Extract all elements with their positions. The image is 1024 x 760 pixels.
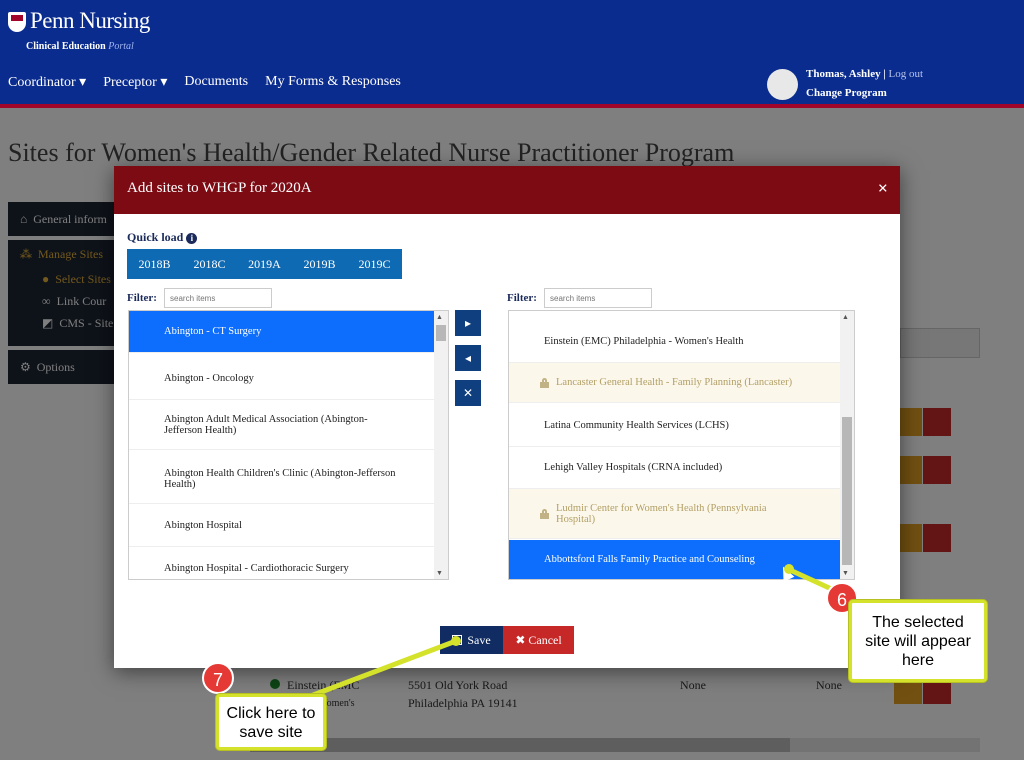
callout-7-line [299,638,457,703]
callout-7-dot [451,636,461,646]
callout-save-site: Click here to save site [216,694,326,750]
callout-selected-site: The selected site will appear here [849,600,987,682]
step-7-badge: 7 [202,662,234,694]
callout-6-dot [784,564,794,574]
